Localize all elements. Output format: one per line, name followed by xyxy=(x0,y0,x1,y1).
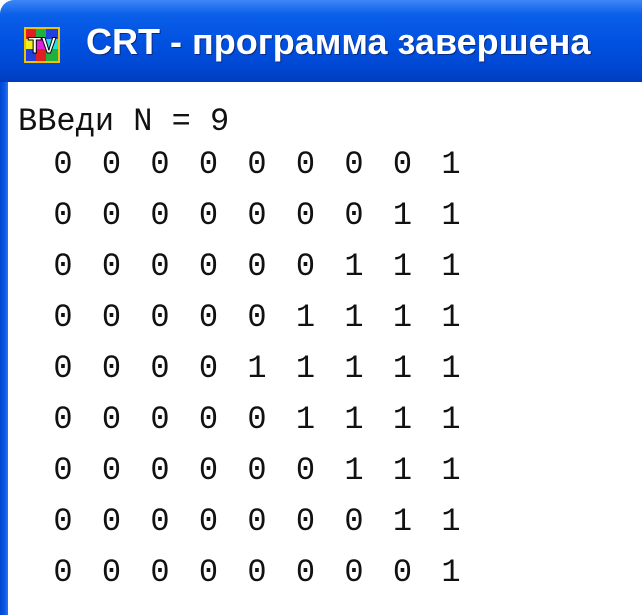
matrix-cell: 0 xyxy=(344,503,364,540)
matrix-cell: 0 xyxy=(150,350,170,387)
matrix-cell: 0 xyxy=(198,503,219,540)
matrix-cell: 1 xyxy=(344,350,364,387)
matrix-cell: 0 xyxy=(247,299,267,336)
console-output-area[interactable]: ВВеди N = 9 0000000010000000110000001110… xyxy=(8,82,642,615)
matrix-cell: 1 xyxy=(295,350,316,387)
matrix-cell: 0 xyxy=(53,350,73,387)
matrix-cell: 1 xyxy=(441,350,461,387)
matrix-cell: 0 xyxy=(150,146,170,183)
matrix-cell: 0 xyxy=(150,503,170,540)
matrix-cell: 0 xyxy=(247,452,267,489)
matrix-cell: 0 xyxy=(198,452,219,489)
window-left-border xyxy=(0,82,8,615)
matrix-cell: 1 xyxy=(344,452,364,489)
matrix-cell: 0 xyxy=(295,452,316,489)
window-title: CRT - программа завершена xyxy=(86,21,591,62)
matrix-cell: 0 xyxy=(150,452,170,489)
matrix-cell: 0 xyxy=(53,503,73,540)
matrix-cell: 0 xyxy=(150,197,170,234)
title-bar[interactable]: TV CRT - программа завершена xyxy=(0,0,642,82)
matrix-cell: 0 xyxy=(198,554,219,591)
input-prompt-line: ВВеди N = 9 xyxy=(18,103,230,140)
matrix-cell: 0 xyxy=(198,350,219,387)
svg-text:TV: TV xyxy=(28,33,56,58)
tv-app-icon[interactable]: TV xyxy=(24,27,60,63)
matrix-cell: 0 xyxy=(344,146,364,183)
matrix-cell: 1 xyxy=(247,350,267,387)
matrix-cell: 1 xyxy=(344,299,364,336)
matrix-cell: 1 xyxy=(441,299,461,336)
matrix-cell: 0 xyxy=(344,197,364,234)
matrix-cell: 1 xyxy=(441,248,461,285)
matrix-cell: 1 xyxy=(392,503,413,540)
matrix-cell: 0 xyxy=(344,554,364,591)
matrix-cell: 1 xyxy=(344,401,364,438)
matrix-cell: 0 xyxy=(53,146,73,183)
matrix-cell: 0 xyxy=(198,197,219,234)
matrix-cell: 1 xyxy=(344,248,364,285)
matrix-cell: 0 xyxy=(295,248,316,285)
matrix-cell: 0 xyxy=(101,503,122,540)
matrix-cell: 1 xyxy=(441,503,461,540)
matrix-cell: 0 xyxy=(247,197,267,234)
matrix-cell: 1 xyxy=(441,146,461,183)
matrix-cell: 0 xyxy=(53,401,73,438)
matrix-cell: 1 xyxy=(441,452,461,489)
matrix-cell: 0 xyxy=(101,554,122,591)
matrix-cell: 0 xyxy=(247,146,267,183)
matrix-cell: 0 xyxy=(295,503,316,540)
matrix-cell: 0 xyxy=(392,554,413,591)
matrix-cell: 0 xyxy=(101,146,122,183)
matrix-cell: 0 xyxy=(247,554,267,591)
matrix-cell: 0 xyxy=(198,146,219,183)
matrix-cell: 0 xyxy=(53,554,73,591)
matrix-cell: 1 xyxy=(392,350,413,387)
matrix-cell: 0 xyxy=(53,452,73,489)
matrix-cell: 0 xyxy=(150,401,170,438)
matrix-cell: 1 xyxy=(441,554,461,591)
matrix-cell: 0 xyxy=(101,452,122,489)
matrix-cell: 0 xyxy=(247,503,267,540)
matrix-cell: 0 xyxy=(295,554,316,591)
matrix-cell: 1 xyxy=(392,401,413,438)
matrix-cell: 0 xyxy=(150,299,170,336)
matrix-cell: 0 xyxy=(295,197,316,234)
matrix-cell: 0 xyxy=(198,299,219,336)
crt-window: TV CRT - программа завершена ВВеди N = 9… xyxy=(0,0,642,615)
matrix-cell: 1 xyxy=(295,299,316,336)
matrix-cell: 0 xyxy=(392,146,413,183)
matrix-cell: 0 xyxy=(53,299,73,336)
matrix-cell: 0 xyxy=(150,554,170,591)
matrix-cell: 0 xyxy=(53,248,73,285)
matrix-cell: 0 xyxy=(53,197,73,234)
matrix-cell: 1 xyxy=(392,248,413,285)
matrix-cell: 1 xyxy=(441,401,461,438)
matrix-cell: 0 xyxy=(247,401,267,438)
matrix-cell: 1 xyxy=(392,452,413,489)
matrix-cell: 0 xyxy=(101,248,122,285)
matrix-cell: 0 xyxy=(150,248,170,285)
matrix-cell: 1 xyxy=(441,197,461,234)
matrix-cell: 0 xyxy=(198,248,219,285)
matrix-cell: 0 xyxy=(295,146,316,183)
matrix-cell: 0 xyxy=(101,350,122,387)
matrix-cell: 1 xyxy=(392,197,413,234)
matrix-cell: 1 xyxy=(295,401,316,438)
matrix-cell: 0 xyxy=(101,401,122,438)
matrix-cell: 0 xyxy=(198,401,219,438)
matrix-cell: 0 xyxy=(101,299,122,336)
matrix-cell: 0 xyxy=(101,197,122,234)
matrix-cell: 1 xyxy=(392,299,413,336)
matrix-cell: 0 xyxy=(247,248,267,285)
